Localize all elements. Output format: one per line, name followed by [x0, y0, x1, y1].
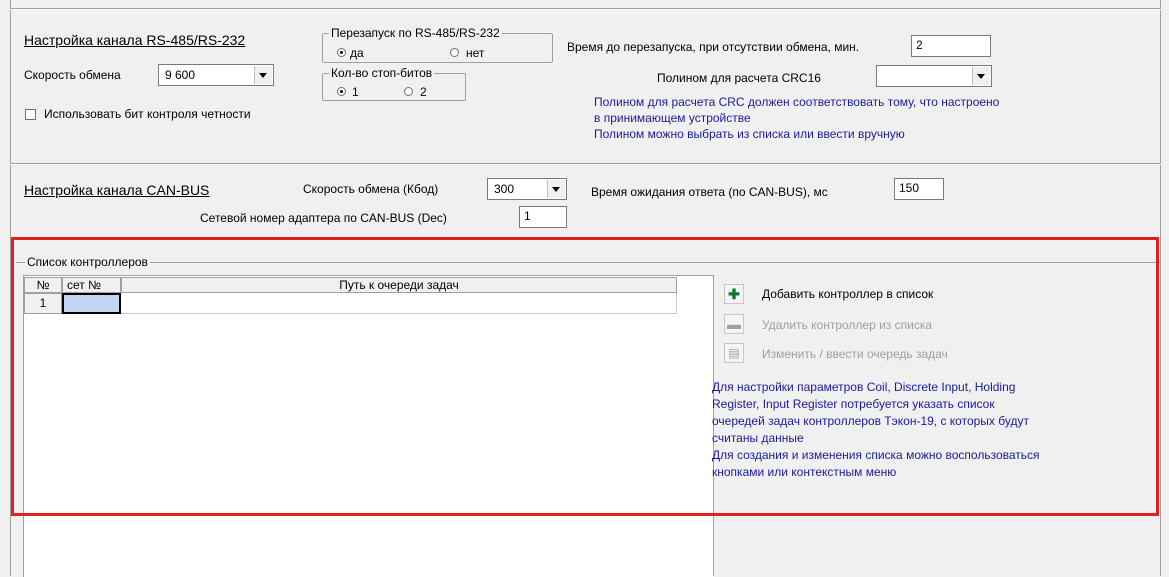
can-section-title: Настройка канала CAN-BUS	[24, 182, 210, 198]
rs485-speed-value: 9 600	[165, 68, 196, 82]
restart-no-label: нет	[466, 46, 485, 60]
crc-combo[interactable]	[876, 65, 992, 87]
rs485-speed-label: Скорость обмена	[24, 68, 121, 82]
rs485-section-title: Настройка канала RS-485/RS-232	[24, 32, 246, 48]
crc-note-3: Полином можно выбрать из списка или ввес…	[594, 127, 905, 141]
highlight-frame	[11, 237, 1159, 516]
can-speed-value: 300	[494, 182, 515, 196]
can-timeout-label: Время ожидания ответа (по CAN-BUS), мс	[591, 185, 828, 199]
restart-time-label: Время до перезапуска, при отсутствии обм…	[567, 40, 860, 54]
chevron-down-icon[interactable]	[254, 66, 272, 84]
window-right-border	[1160, 0, 1161, 576]
chevron-down-icon[interactable]	[972, 67, 990, 85]
rs485-speed-combo[interactable]: 9 600	[158, 64, 274, 86]
can-netnum-label: Сетевой номер адаптера по CAN-BUS (Dec)	[200, 211, 447, 225]
window: { "rs485": { "title": "Настройка канала …	[0, 0, 1169, 577]
stopbits-2-label: 2	[420, 85, 427, 99]
restart-yes-radio[interactable]	[337, 48, 346, 57]
crc-note-1: Полином для расчета CRC должен соответст…	[594, 95, 1000, 109]
crc-label: Полином для расчета CRC16	[657, 71, 821, 85]
can-speed-label: Скорость обмена (Кбод)	[303, 182, 439, 196]
parity-label: Использовать бит контроля четности	[44, 107, 251, 121]
can-netnum-input[interactable]: 1	[519, 206, 567, 228]
restart-yes-label: да	[350, 46, 364, 60]
restart-group-title: Перезапуск по RS-485/RS-232	[329, 26, 502, 40]
can-timeout-input[interactable]: 150	[894, 178, 944, 200]
crc-note-2: в принимающем устройстве	[594, 111, 751, 125]
parity-checkbox[interactable]	[25, 109, 36, 120]
stopbits-2-radio[interactable]	[404, 87, 413, 96]
restart-time-input[interactable]: 2	[911, 35, 991, 57]
can-speed-combo[interactable]: 300	[487, 178, 567, 200]
stopbits-1-radio[interactable]	[337, 87, 346, 96]
stopbits-1-label: 1	[352, 85, 359, 99]
restart-no-radio[interactable]	[450, 48, 459, 57]
chevron-down-icon[interactable]	[547, 180, 565, 198]
stopbits-group-title: Кол-во стоп-битов	[329, 66, 435, 80]
